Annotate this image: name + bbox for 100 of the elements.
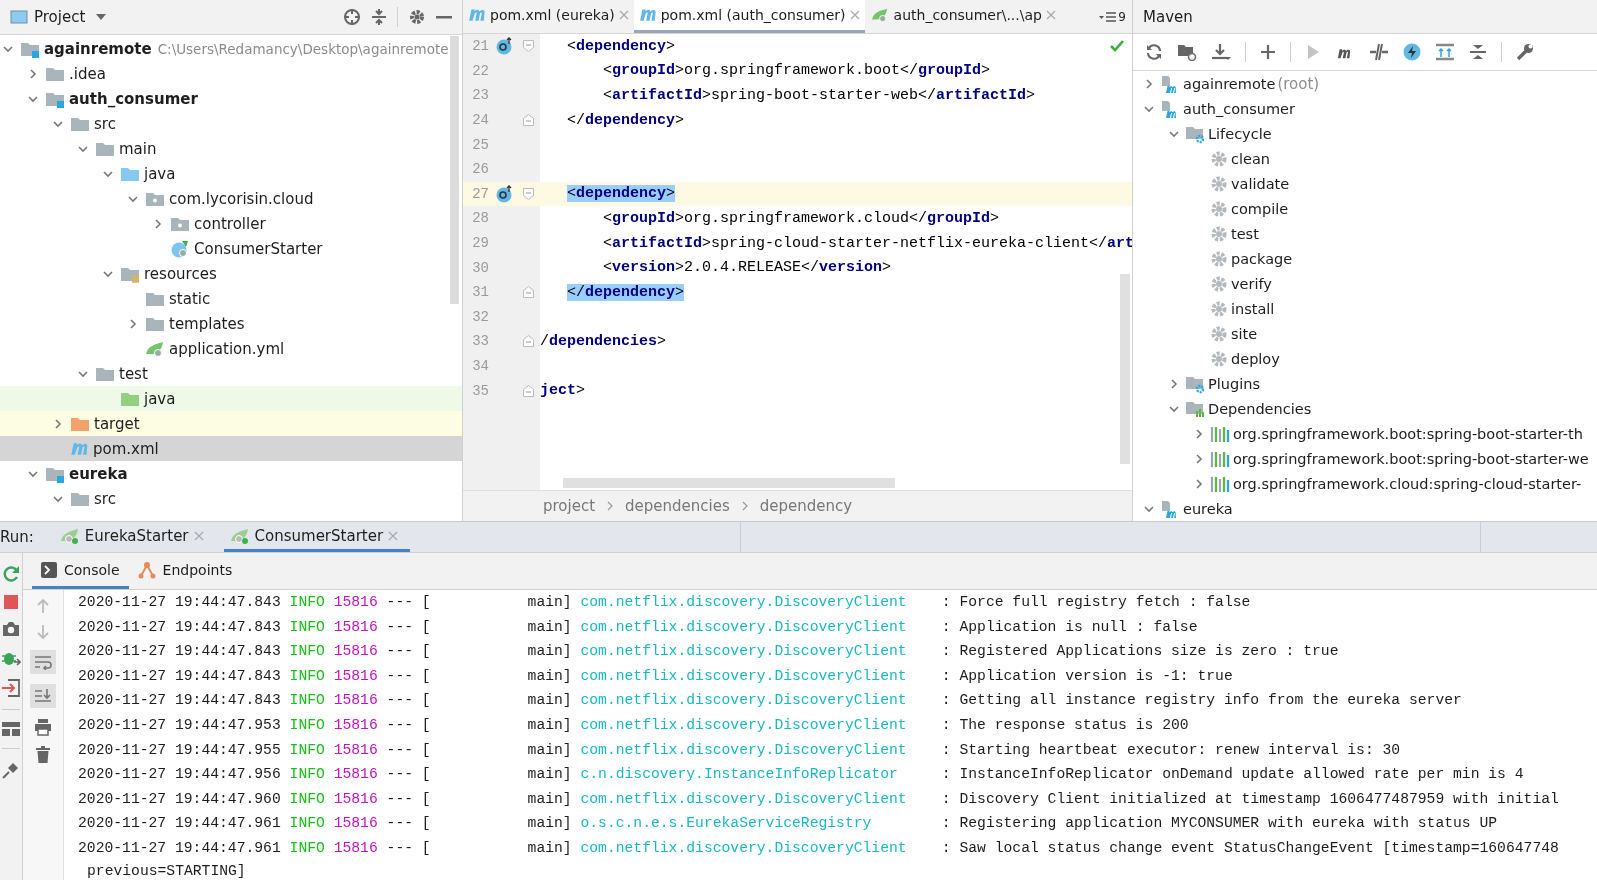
- tree-item[interactable]: pom.xml: [93, 439, 159, 458]
- tree-item[interactable]: eureka: [1183, 500, 1233, 517]
- refresh-icon[interactable]: [1145, 43, 1163, 61]
- tree-item[interactable]: main: [119, 139, 157, 158]
- chevron-right-icon[interactable]: [1193, 427, 1205, 440]
- chevron-right-icon: [606, 501, 615, 511]
- expand-all-icon[interactable]: [1435, 43, 1455, 61]
- tree-item[interactable]: .idea: [69, 64, 106, 83]
- chevron-right-icon: [740, 501, 749, 511]
- camera-icon[interactable]: [2, 621, 20, 637]
- tree-item[interactable]: Dependencies: [1208, 400, 1312, 417]
- tree-item[interactable]: java: [144, 389, 176, 408]
- tree-item[interactable]: deploy: [1231, 350, 1280, 367]
- tree-item[interactable]: org.springframework.cloud:spring-cloud-starter-: [1233, 475, 1582, 492]
- print-icon[interactable]: [34, 718, 52, 736]
- console-tab[interactable]: Endpoints: [128, 553, 242, 589]
- tree-item[interactable]: org.springframework.boot:spring-boot-starter-we: [1233, 450, 1589, 467]
- plus-icon[interactable]: [1260, 44, 1276, 60]
- close-icon[interactable]: [849, 10, 860, 20]
- tree-item[interactable]: install: [1231, 300, 1275, 317]
- panel-title: Maven: [1143, 7, 1193, 26]
- chevron-right-icon[interactable]: [1143, 77, 1155, 90]
- override-marker-icon[interactable]: [496, 37, 514, 56]
- wrench-icon[interactable]: [1516, 43, 1534, 61]
- tree-item[interactable]: againremote: [1183, 75, 1276, 92]
- chevron-right-icon[interactable]: [152, 217, 164, 230]
- tree-item[interactable]: com.lycorisin.cloud: [169, 189, 314, 208]
- download-icon[interactable]: [1211, 43, 1231, 61]
- scrollbar[interactable]: [563, 478, 895, 488]
- tree-item[interactable]: src: [94, 114, 116, 133]
- editor-tab[interactable]: auth_consumer\...\ap: [864, 0, 1061, 33]
- tree-item[interactable]: test: [1231, 225, 1259, 242]
- fold-marker-icon[interactable]: [522, 187, 534, 200]
- tree-item[interactable]: validate: [1231, 175, 1290, 192]
- tree-item[interactable]: controller: [194, 214, 266, 233]
- run-tab[interactable]: EurekaStarter: [53, 522, 216, 552]
- override-marker-icon[interactable]: [496, 184, 514, 203]
- folder-sync-icon[interactable]: [1177, 43, 1197, 61]
- log-line: 2020-11-27 19:44:47.961 INFO 15816 --- [ main] o.s.c.n.e.s.EurekaServiceRegistry : Registering application MYCONSUMER with eureka with status UP: [78, 814, 1499, 834]
- log-line: 2020-11-27 19:44:47.843 INFO 15816 --- [ main] com.netflix.discovery.DiscoveryClient : Application is null : false: [78, 617, 1199, 637]
- tree-item[interactable]: resources: [144, 264, 217, 283]
- collapse-all-icon[interactable]: [371, 8, 387, 26]
- tree-item[interactable]: src: [94, 489, 116, 508]
- dropdown-caret-icon[interactable]: [95, 13, 108, 21]
- tree-item[interactable]: againremote: [44, 39, 152, 58]
- scrollbar[interactable]: [450, 36, 459, 304]
- scrollbar[interactable]: [1120, 274, 1130, 464]
- line-number: 31: [471, 284, 489, 301]
- tree-item[interactable]: static: [169, 289, 211, 308]
- tree-item[interactable]: Lifecycle: [1208, 125, 1272, 142]
- pin-icon[interactable]: [2, 761, 20, 779]
- breadcrumb-item[interactable]: project: [543, 497, 596, 515]
- fold-marker-icon[interactable]: [522, 40, 534, 53]
- chevron-right-icon[interactable]: [27, 67, 39, 80]
- fold-marker-icon[interactable]: [522, 384, 534, 397]
- fold-marker-icon[interactable]: [522, 335, 534, 348]
- settings-icon[interactable]: [408, 8, 426, 26]
- rerun-icon[interactable]: [2, 565, 20, 583]
- log-line: previous=STARTING]: [86, 861, 247, 877]
- tree-item[interactable]: package: [1231, 250, 1293, 267]
- tab-overflow-button[interactable]: 9: [1093, 0, 1132, 33]
- fold-marker-icon[interactable]: [522, 114, 534, 127]
- fold-marker-icon[interactable]: [522, 286, 534, 299]
- soft-wrap-button[interactable]: [30, 650, 56, 674]
- log-line: 2020-11-27 19:44:47.956 INFO 15816 --- [ main] c.n.discovery.InstanceInfoReplicator : InstanceInfoReplicator onDemand update allowed rate per min is 4: [78, 765, 1525, 785]
- editor-tab[interactable]: pom.xml (auth_consumer): [633, 0, 865, 33]
- chevron-right-icon[interactable]: [52, 417, 64, 430]
- code-line: <groupId>org.springframework.boot</groupId>: [603, 62, 991, 80]
- tree-item[interactable]: auth_consumer: [69, 89, 198, 108]
- login-icon[interactable]: [2, 679, 20, 697]
- tree-item[interactable]: eureka: [69, 464, 128, 483]
- tree-item[interactable]: ConsumerStarter: [194, 239, 323, 258]
- trash-icon[interactable]: [36, 746, 50, 764]
- tree-item[interactable]: verify: [1231, 275, 1272, 292]
- tree-item[interactable]: test: [119, 364, 148, 383]
- panel-title[interactable]: Project: [34, 8, 86, 26]
- toggle-offline-icon[interactable]: [1369, 43, 1389, 61]
- tree-item[interactable]: site: [1231, 325, 1258, 342]
- tree-item[interactable]: java: [144, 164, 176, 183]
- tree-item[interactable]: Plugins: [1208, 375, 1260, 392]
- collapse-all-icon[interactable]: [1469, 43, 1487, 61]
- tree-item[interactable]: templates: [169, 314, 245, 333]
- layout-icon[interactable]: [2, 722, 20, 736]
- tree-item[interactable]: auth_consumer: [1183, 100, 1295, 117]
- editor-tab[interactable]: pom.xml (eureka): [463, 0, 634, 33]
- breadcrumb-item[interactable]: dependencies: [625, 497, 730, 515]
- chevron-right-icon[interactable]: [1193, 452, 1205, 465]
- locate-icon[interactable]: [343, 8, 361, 26]
- tree-item[interactable]: compile: [1231, 200, 1289, 217]
- breadcrumb-item[interactable]: dependency: [759, 497, 853, 515]
- chevron-right-icon[interactable]: [127, 317, 139, 330]
- chevron-right-icon[interactable]: [1193, 477, 1205, 490]
- chevron-right-icon[interactable]: [1168, 377, 1180, 390]
- tree-item[interactable]: org.springframework.boot:spring-boot-starter-th: [1233, 425, 1583, 442]
- lightning-icon[interactable]: [1403, 43, 1421, 61]
- scroll-to-end-button[interactable]: [30, 684, 56, 708]
- tree-item[interactable]: target: [94, 414, 140, 433]
- minimize-icon[interactable]: [436, 15, 452, 19]
- tree-item[interactable]: application.yml: [169, 339, 285, 358]
- tree-item[interactable]: clean: [1231, 150, 1270, 167]
